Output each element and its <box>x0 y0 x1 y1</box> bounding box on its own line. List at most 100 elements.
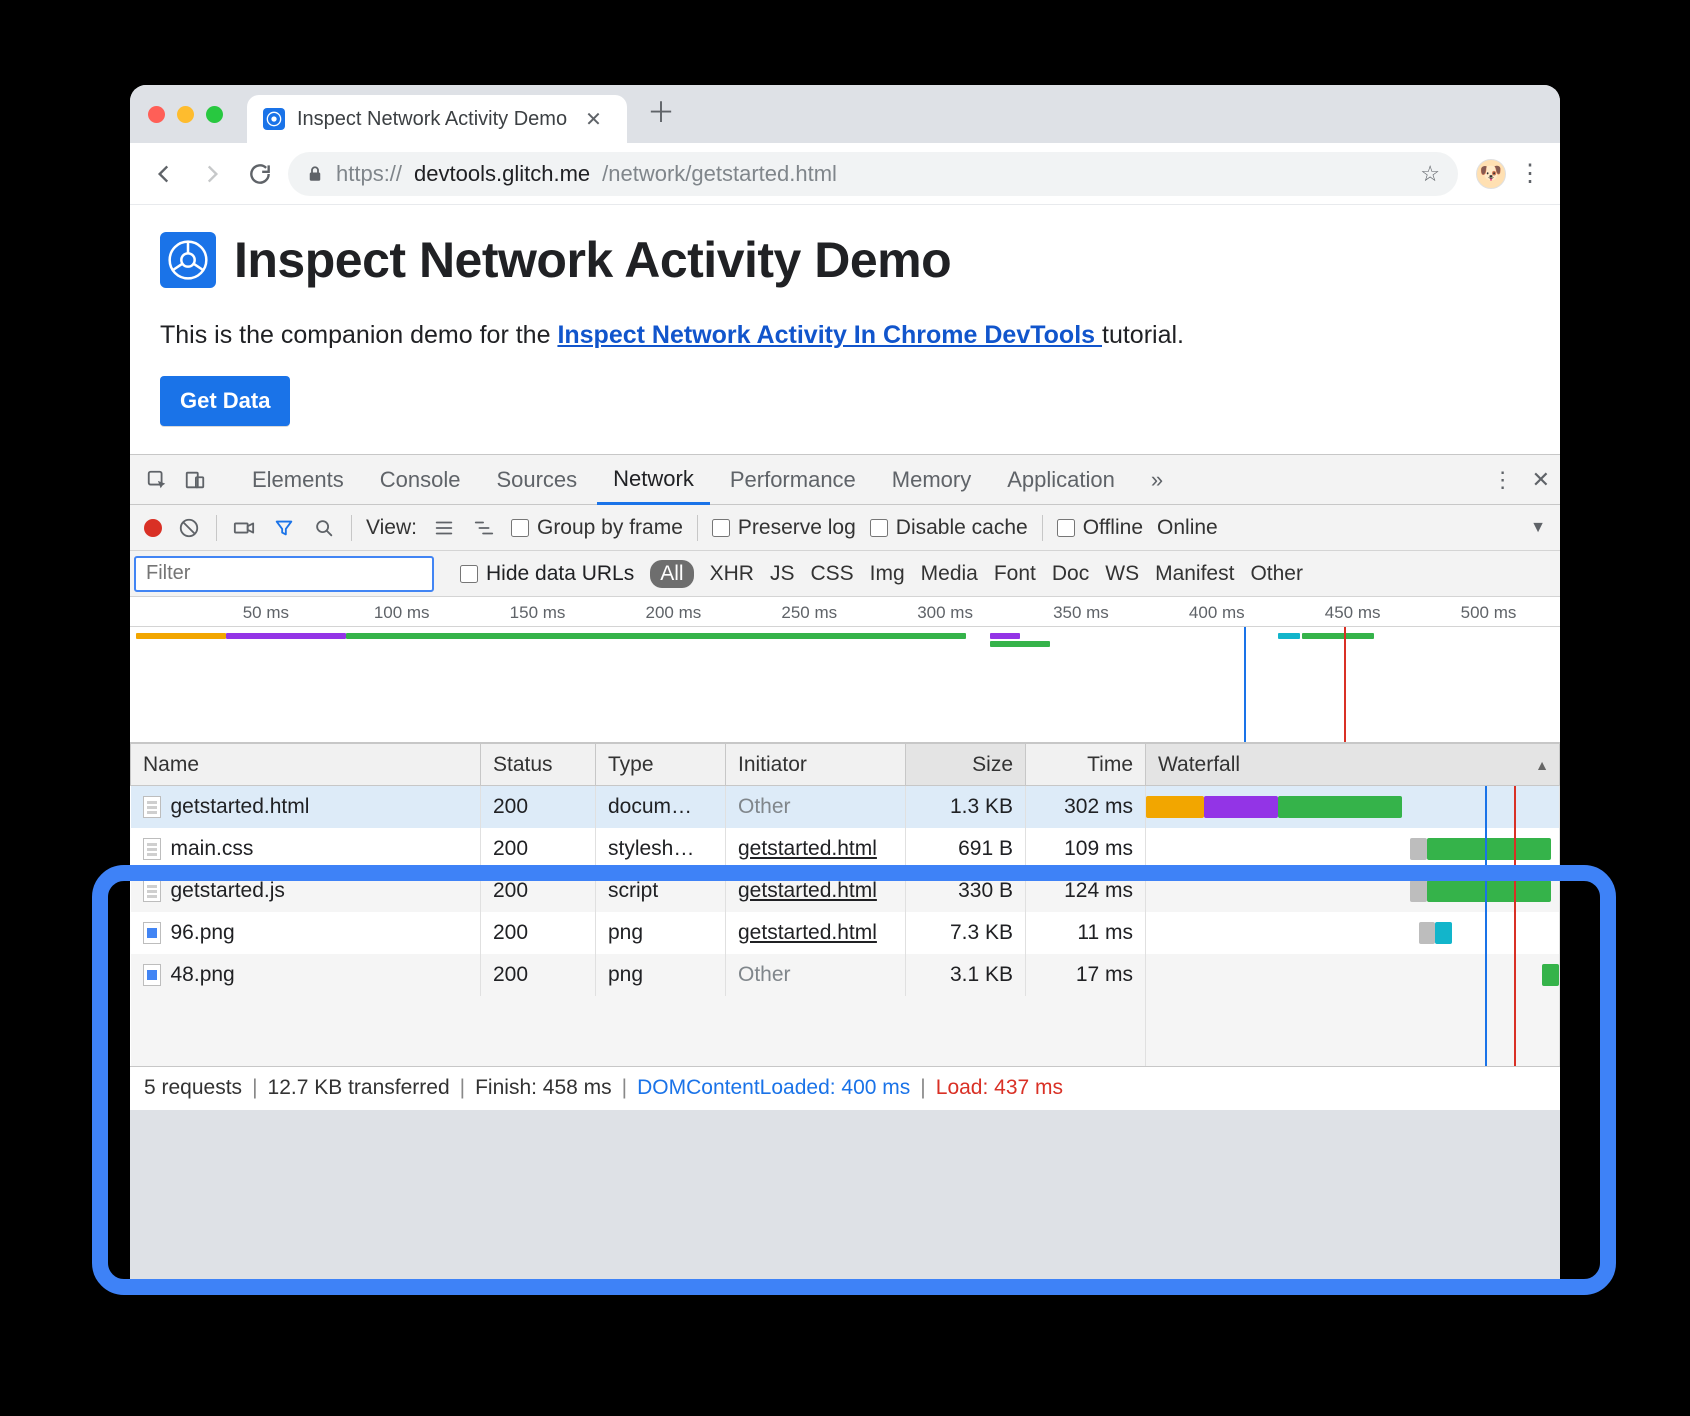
camera-icon[interactable] <box>231 515 257 541</box>
network-toolbar: View: Group by frame Preserve log Disabl… <box>130 505 1560 551</box>
request-row[interactable]: 48.png200pngOther3.1 KB17 ms <box>131 954 1560 996</box>
chrome-icon <box>160 232 216 288</box>
clear-button[interactable] <box>176 515 202 541</box>
devtools-tabs-overflow[interactable]: » <box>1135 455 1179 504</box>
filter-icon[interactable] <box>271 515 297 541</box>
view-large-icon[interactable] <box>431 515 457 541</box>
devtools-menu-icon[interactable]: ⋮ <box>1492 467 1514 493</box>
close-window-button[interactable] <box>148 106 165 123</box>
disable-cache-checkbox[interactable]: Disable cache <box>870 516 1028 540</box>
tutorial-link[interactable]: Inspect Network Activity In Chrome DevTo… <box>557 321 1102 349</box>
url-host: devtools.glitch.me <box>414 161 590 187</box>
request-time: 17 ms <box>1026 954 1146 996</box>
request-time: 302 ms <box>1026 786 1146 828</box>
waterfall-bar <box>1204 796 1278 818</box>
browser-tab[interactable]: Inspect Network Activity Demo ✕ <box>247 95 627 143</box>
column-name[interactable]: Name <box>131 744 481 786</box>
devtools-tab-performance[interactable]: Performance <box>714 455 872 504</box>
request-row[interactable]: getstarted.html200docum…Other1.3 KB302 m… <box>131 786 1560 828</box>
request-initiator[interactable]: getstarted.html <box>738 879 877 902</box>
record-button[interactable] <box>144 519 162 537</box>
waterfall-cell <box>1146 786 1560 828</box>
waterfall-cell <box>1146 912 1560 954</box>
waterfall-bar <box>1419 922 1436 944</box>
filter-input[interactable] <box>134 556 434 592</box>
omnibox[interactable]: https://devtools.glitch.me/network/getst… <box>288 152 1458 196</box>
bookmark-star-icon[interactable]: ☆ <box>1420 161 1440 187</box>
page-heading: Inspect Network Activity Demo <box>234 231 951 289</box>
filter-type-js[interactable]: JS <box>770 562 795 586</box>
reload-button[interactable] <box>240 154 280 194</box>
hide-data-urls-label: Hide data URLs <box>486 562 634 586</box>
filter-type-media[interactable]: Media <box>921 562 978 586</box>
column-time[interactable]: Time <box>1026 744 1146 786</box>
devtools-tab-application[interactable]: Application <box>991 455 1131 504</box>
request-time: 109 ms <box>1026 828 1146 870</box>
waterfall-bar <box>1278 796 1402 818</box>
filter-type-manifest[interactable]: Manifest <box>1155 562 1234 586</box>
offline-checkbox[interactable]: Offline <box>1057 516 1143 540</box>
request-row[interactable]: main.css200stylesh…getstarted.html691 B1… <box>131 828 1560 870</box>
devtools-tab-network[interactable]: Network <box>597 456 710 505</box>
maximize-window-button[interactable] <box>206 106 223 123</box>
file-icon <box>143 838 161 860</box>
status-load: Load: 437 ms <box>936 1076 1063 1100</box>
forward-button[interactable] <box>192 154 232 194</box>
filter-type-other[interactable]: Other <box>1250 562 1303 586</box>
column-initiator[interactable]: Initiator <box>726 744 906 786</box>
file-icon <box>143 880 161 902</box>
browser-menu-button[interactable]: ⋮ <box>1514 159 1546 188</box>
minimize-window-button[interactable] <box>177 106 194 123</box>
timeline-overview[interactable] <box>130 627 1560 743</box>
view-waterfall-icon[interactable] <box>471 515 497 541</box>
new-tab-button[interactable]: ＋ <box>647 91 675 131</box>
search-icon[interactable] <box>311 515 337 541</box>
window-controls <box>148 106 223 123</box>
devtools-tab-memory[interactable]: Memory <box>876 455 987 504</box>
status-dcl: DOMContentLoaded: 400 ms <box>637 1076 910 1100</box>
request-initiator[interactable]: getstarted.html <box>738 921 877 944</box>
devtools-tabs: ElementsConsoleSourcesNetworkPerformance… <box>130 455 1560 505</box>
preserve-log-checkbox[interactable]: Preserve log <box>712 516 856 540</box>
device-toggle-icon[interactable] <box>178 463 212 497</box>
column-size[interactable]: Size <box>906 744 1026 786</box>
separator <box>351 515 352 541</box>
tab-title: Inspect Network Activity Demo <box>297 108 567 131</box>
status-transferred: 12.7 KB transferred <box>268 1076 450 1100</box>
disable-cache-label: Disable cache <box>896 516 1028 540</box>
tab-close-icon[interactable]: ✕ <box>585 107 602 132</box>
request-type: stylesh… <box>596 828 726 870</box>
throttling-dropdown-icon[interactable]: ▼ <box>1530 519 1546 537</box>
request-initiator[interactable]: getstarted.html <box>738 837 877 860</box>
favicon-icon <box>263 108 285 130</box>
devtools-tab-elements[interactable]: Elements <box>236 455 360 504</box>
devtools-tab-sources[interactable]: Sources <box>480 455 593 504</box>
request-size: 7.3 KB <box>906 912 1026 954</box>
inspect-element-icon[interactable] <box>140 463 174 497</box>
hide-data-urls-checkbox[interactable]: Hide data URLs <box>460 562 634 586</box>
page-subtitle: This is the companion demo for the Inspe… <box>160 321 1530 350</box>
subtitle-pre: This is the companion demo for the <box>160 321 557 349</box>
file-icon <box>143 964 161 986</box>
get-data-button[interactable]: Get Data <box>160 376 290 426</box>
devtools-close-icon[interactable]: ✕ <box>1532 467 1550 493</box>
column-type[interactable]: Type <box>596 744 726 786</box>
back-button[interactable] <box>144 154 184 194</box>
column-waterfall[interactable]: Waterfall▲ <box>1146 744 1560 786</box>
devtools-tab-console[interactable]: Console <box>364 455 477 504</box>
request-row[interactable]: getstarted.js200scriptgetstarted.html330… <box>131 870 1560 912</box>
filter-type-ws[interactable]: WS <box>1105 562 1139 586</box>
request-name: 96.png <box>171 921 235 945</box>
online-label[interactable]: Online <box>1157 516 1218 540</box>
filter-type-xhr[interactable]: XHR <box>710 562 754 586</box>
group-by-frame-checkbox[interactable]: Group by frame <box>511 516 683 540</box>
filter-type-font[interactable]: Font <box>994 562 1036 586</box>
profile-avatar[interactable]: 🐶 <box>1476 159 1506 189</box>
column-status[interactable]: Status <box>481 744 596 786</box>
filter-type-img[interactable]: Img <box>870 562 905 586</box>
request-row[interactable]: 96.png200pnggetstarted.html7.3 KB11 ms <box>131 912 1560 954</box>
filter-type-css[interactable]: CSS <box>810 562 853 586</box>
filter-type-doc[interactable]: Doc <box>1052 562 1089 586</box>
url-scheme: https:// <box>336 161 402 187</box>
filter-type-all[interactable]: All <box>650 560 693 588</box>
